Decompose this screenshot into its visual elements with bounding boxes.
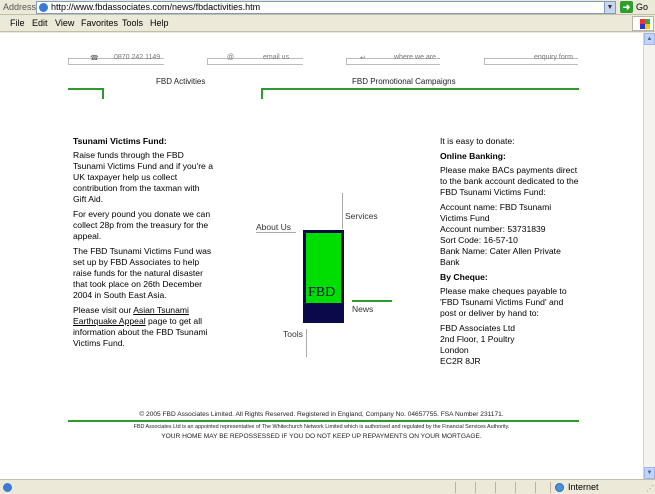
address-line-2: 2nd Floor, 1 Poultry (440, 334, 515, 344)
go-arrow-icon[interactable]: ➜ (620, 1, 633, 13)
nav-news[interactable]: News (352, 304, 373, 314)
account-name: Account name: FBD Tsunami Victims Fund (440, 202, 552, 223)
scroll-down-icon[interactable]: ▼ (644, 467, 655, 479)
footer-regulation: FBD Associates Ltd is an appointed repre… (133, 424, 510, 430)
nav-tools[interactable]: Tools (283, 329, 303, 339)
resize-grip-icon[interactable]: ⋰ (646, 484, 654, 493)
fund-heading: Tsunami Victims Fund: (73, 136, 167, 146)
status-separator (515, 482, 516, 493)
email-link[interactable]: @ email us (207, 54, 303, 65)
internet-globe-icon (555, 483, 564, 492)
nav-about-us[interactable]: About Us (256, 222, 291, 232)
tab-underline-left (68, 88, 104, 90)
status-bar: Internet ⋰ (0, 479, 655, 494)
menu-help[interactable]: Help (150, 18, 169, 28)
online-banking-heading: Online Banking: (440, 151, 506, 161)
bank-name: Bank Name: Cater Allen Private Bank (440, 246, 561, 267)
address-bar: Address http://www.fbdassociates.com/new… (0, 0, 655, 15)
vertical-scrollbar[interactable]: ▲ ▼ (643, 33, 655, 479)
logo-text: FBD (308, 285, 336, 300)
fbd-logo: FBD (303, 230, 344, 323)
tab-fbd-activities[interactable]: FBD Activities (156, 77, 205, 86)
donate-intro: It is easy to donate: (440, 136, 515, 146)
at-icon: @ (227, 54, 235, 61)
tab-divider-left (102, 88, 104, 99)
fund-para-1: Raise funds through the FBD Tsunami Vict… (73, 150, 214, 204)
address-line-3: London (440, 345, 469, 355)
status-separator (495, 482, 496, 493)
phone-number: 0870 242 1149 (114, 54, 161, 61)
footer-rule (68, 420, 579, 422)
tab-divider-right (261, 88, 263, 99)
page-viewport: ☎ 0870 242 1149 @ email us ↵ where we ar… (0, 33, 643, 479)
address-line-4: EC2R 8JR (440, 356, 481, 366)
menu-view[interactable]: View (55, 18, 74, 28)
scroll-up-icon[interactable]: ▲ (644, 33, 655, 45)
fund-para-3: The FBD Tsunami Victims Fund was set up … (73, 246, 212, 300)
email-label: email us (263, 54, 290, 61)
where-link[interactable]: ↵ where we are (346, 54, 440, 65)
footer-copyright: © 2005 FBD Associates Limited. All Right… (139, 411, 504, 418)
go-button[interactable]: Go (636, 2, 648, 12)
nav-news-line (352, 300, 392, 302)
address-label: Address (3, 2, 37, 12)
footer-warning: YOUR HOME MAY BE REPOSSESSED IF YOU DO N… (161, 433, 482, 440)
page-status-icon (3, 483, 12, 492)
status-separator (455, 482, 456, 493)
cheque-text: Please make cheques payable to 'FBD Tsun… (440, 286, 567, 318)
tab-promotional-campaigns[interactable]: FBD Promotional Campaigns (352, 77, 456, 86)
tab-underline-right (261, 88, 579, 90)
fund-para-2: For every pound you donate we can collec… (73, 209, 211, 241)
account-number: Account number: 53731839 (440, 224, 546, 234)
status-separator (550, 482, 551, 493)
menu-file[interactable]: File (10, 18, 25, 28)
sort-code: Sort Code: 16-57-10 (440, 235, 518, 245)
windows-logo-icon (632, 16, 654, 31)
left-content: Tsunami Victims Fund: Raise funds throug… (73, 136, 213, 353)
menu-favorites[interactable]: Favorites (81, 18, 118, 28)
menu-edit[interactable]: Edit (32, 18, 48, 28)
enquiry-label: enquiry form (534, 54, 573, 61)
map-arrow-icon: ↵ (360, 55, 366, 62)
nav-services-line (342, 193, 343, 229)
where-label: where we are (394, 54, 437, 61)
phone-link[interactable]: ☎ 0870 242 1149 (68, 54, 164, 65)
ie-page-icon (39, 3, 48, 12)
right-content: It is easy to donate: Online Banking: Pl… (440, 136, 580, 367)
menu-tools[interactable]: Tools (122, 18, 143, 28)
address-input[interactable]: http://www.fbdassociates.com/news/fbdact… (36, 1, 616, 14)
chevron-down-icon[interactable]: ▼ (604, 2, 615, 13)
enquiry-link[interactable]: enquiry form (484, 54, 578, 65)
nav-tools-line (306, 329, 307, 357)
security-zone: Internet (568, 482, 599, 492)
online-banking-text: Please make BACs payments direct to the … (440, 165, 579, 197)
address-url[interactable]: http://www.fbdassociates.com/news/fbdact… (51, 2, 260, 12)
status-separator (535, 482, 536, 493)
para4-before: Please visit our (73, 305, 134, 315)
address-line-1: FBD Associates Ltd (440, 323, 515, 333)
nav-about-line (256, 232, 296, 233)
status-separator (475, 482, 476, 493)
nav-services[interactable]: Services (345, 211, 378, 221)
fund-para-4: Please visit our Asian Tsunami Earthquak… (73, 305, 213, 349)
menu-bar: File Edit View Favorites Tools Help (0, 15, 655, 32)
phone-icon: ☎ (90, 55, 99, 62)
cheque-heading: By Cheque: (440, 272, 488, 282)
